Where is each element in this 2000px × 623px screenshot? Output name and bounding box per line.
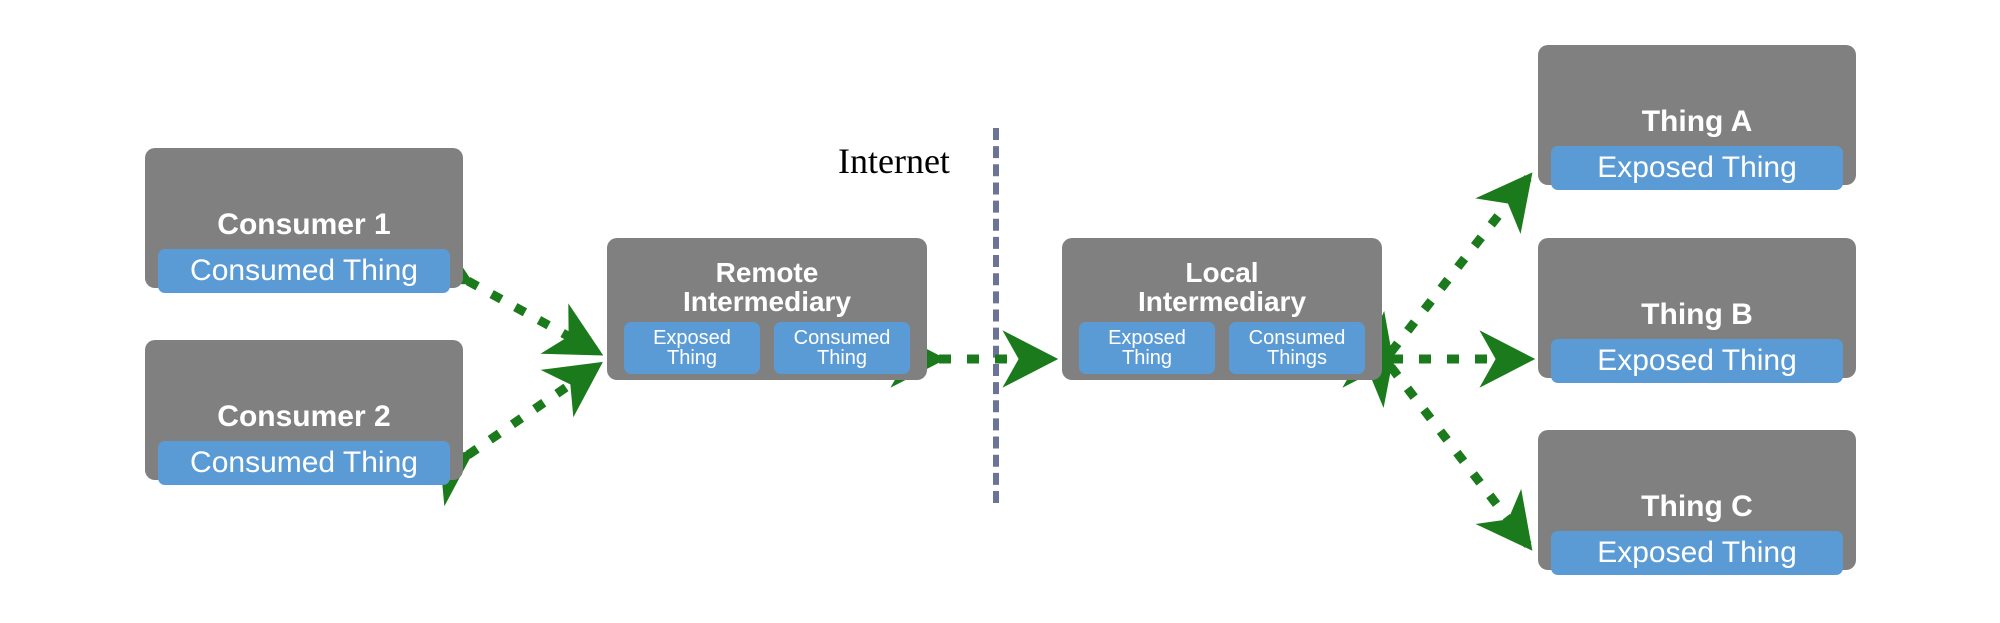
node-consumer-2[interactable]: Consumer 2 Consumed Thing [145,340,463,485]
node-title-thing-a: Thing A [1641,105,1753,139]
node-thing-b[interactable]: Thing B Exposed Thing [1538,238,1856,383]
badge-line-1: Consumed [793,326,891,349]
badge-exposed-thing[interactable]: Exposed Thing [624,322,760,374]
badge-line-1: Exposed [653,326,731,349]
arrow-local-to-thing-c [1338,310,1533,551]
node-title-line-1: Local [1185,256,1259,288]
node-thing-a[interactable]: Thing A Exposed Thing [1538,45,1856,190]
node-title-consumer-2: Consumer 2 [217,400,391,434]
badge-consumed-thing[interactable]: Consumed Thing [158,249,450,293]
node-thing-c[interactable]: Thing C Exposed Thing [1538,430,1856,575]
badge-line-2: Thing [816,347,868,369]
node-title-remote-intermediary: Remote Intermediary [607,258,927,316]
node-consumer-1[interactable]: Consumer 1 Consumed Thing [145,148,463,293]
badge-line-1: Exposed [1108,326,1186,349]
arrow-consumer-1-to-remote [411,232,604,356]
arrow-consumer-2-to-remote [411,361,603,507]
node-title-consumer-1: Consumer 1 [217,208,391,242]
node-title-line-2: Intermediary [1137,285,1307,317]
badge-exposed-thing[interactable]: Exposed Thing [1079,322,1215,374]
badge-consumed-thing[interactable]: Consumed Thing [774,322,910,374]
node-title-thing-b: Thing B [1641,298,1753,332]
node-title-line-2: Intermediary [682,285,852,317]
badge-line-2: Things [1266,347,1328,369]
badge-row-remote-intermediary: Exposed Thing Consumed Thing [607,322,927,380]
badge-exposed-thing[interactable]: Exposed Thing [1551,146,1843,190]
node-title-local-intermediary: Local Intermediary [1062,258,1382,316]
badge-line-2: Thing [1121,347,1173,369]
badge-row-consumer-2: Consumed Thing [145,441,463,485]
diagram-canvas: Internet Consumer 1 Consumed Thing Consu… [0,0,2000,623]
badge-row-consumer-1: Consumed Thing [145,249,463,293]
badge-row-thing-a: Exposed Thing [1538,146,1856,190]
node-title-thing-c: Thing C [1641,490,1753,524]
badge-line-2: Thing [666,347,718,369]
badge-consumed-thing[interactable]: Consumed Thing [158,441,450,485]
arrow-local-to-thing-a [1338,172,1533,409]
node-local-intermediary[interactable]: Local Intermediary Exposed Thing Consume… [1062,238,1382,380]
badge-line-1: Consumed [1248,326,1346,349]
badge-exposed-thing[interactable]: Exposed Thing [1551,339,1843,383]
badge-exposed-thing[interactable]: Exposed Thing [1551,531,1843,575]
badge-consumed-things[interactable]: Consumed Things [1229,322,1365,374]
badge-row-thing-b: Exposed Thing [1538,339,1856,383]
node-remote-intermediary[interactable]: Remote Intermediary Exposed Thing Consum… [607,238,927,380]
node-title-line-1: Remote [715,256,819,288]
badge-row-thing-c: Exposed Thing [1538,531,1856,575]
badge-row-local-intermediary: Exposed Thing Consumed Things [1062,322,1382,380]
